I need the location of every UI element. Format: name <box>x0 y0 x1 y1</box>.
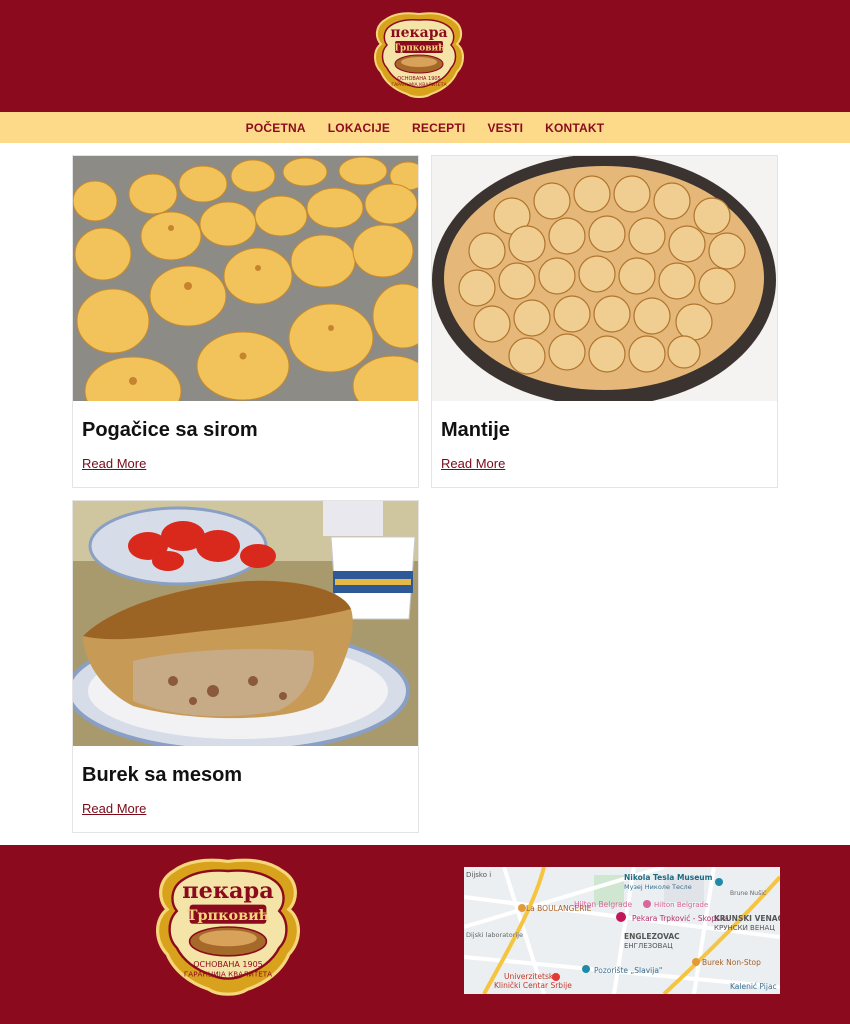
map-label-krunski: KRUNSKI VENAC <box>714 914 780 923</box>
post-image[interactable] <box>73 501 418 746</box>
post-card: Mantije Read More <box>431 155 778 488</box>
map-label-krunski-cyr: КРУНСКИ ВЕНАЦ <box>714 924 775 932</box>
map-label-boulangerie: La BOULANGERIE <box>526 904 592 913</box>
site-footer: пекара Трпковић ОСНОВАНА 1905 ГАРАНЦИЈА … <box>0 845 850 1024</box>
cafe-pin-icon <box>518 904 526 912</box>
map-label-museum-cyr: Музеј Николе Тесле <box>624 883 692 891</box>
footer-logo-title-text: пекара <box>182 878 273 904</box>
location-map[interactable]: Nikola Tesla Museum Музеј Николе Тесле H… <box>464 867 780 994</box>
post-card: Pogačice sa sirom Read More <box>72 155 419 488</box>
bakery-logo[interactable]: пекара Трпковић ОСНОВАНА 1905 ГАРАНЦИЈА … <box>371 10 467 100</box>
map-label-englezovac-cyr: ЕНГЛЕЗОВАЦ <box>624 942 673 950</box>
nav-item-recepti[interactable]: RECEPTI <box>401 121 476 135</box>
site-header: пекара Трпковић ОСНОВАНА 1905 ГАРАНЦИЈА … <box>0 0 850 112</box>
nav-item-kontakt[interactable]: KONTAKT <box>534 121 615 135</box>
post-title[interactable]: Pogačice sa sirom <box>82 418 418 442</box>
nav-item-lokacije[interactable]: LOKACIJE <box>317 121 401 135</box>
hospital-pin-icon <box>552 973 560 981</box>
post-title[interactable]: Burek sa mesom <box>82 763 418 787</box>
logo-title-text: пекара <box>390 25 447 41</box>
post-image[interactable] <box>73 156 418 401</box>
nav-item-vesti[interactable]: VESTI <box>476 121 534 135</box>
post-image[interactable] <box>432 156 777 401</box>
footer-logo-tagline-1: ОСНОВАНА 1905 <box>193 960 263 969</box>
logo-tagline-1: ОСНОВАНА 1905 <box>397 76 440 82</box>
footer-bakery-logo[interactable]: пекара Трпковић ОСНОВАНА 1905 ГАРАНЦИЈА … <box>150 855 306 999</box>
logo-name-text: Трпковић <box>393 44 445 54</box>
map-label-kalenic: Kalenić Pijac <box>730 982 777 991</box>
museum-pin-icon <box>715 878 723 886</box>
logo-tagline-2: ГАРАНЦИЈА КВАЛИТЕТА <box>391 82 447 88</box>
map-label-top-left: Dijsko i <box>466 871 491 879</box>
map-label-englezovac: ENGLEZOVAC <box>624 932 680 941</box>
read-more-link[interactable]: Read More <box>441 456 505 471</box>
read-more-link[interactable]: Read More <box>82 456 146 471</box>
map-label-pozoriste: Pozorište „Slavija" <box>594 966 662 975</box>
map-label-hilton-small: Hilton Belgrade <box>654 901 708 909</box>
map-label-klinicki-2: Klinički Centar Srbije <box>494 981 572 990</box>
map-label-museum: Nikola Tesla Museum <box>624 873 713 882</box>
footer-logo-name-text: Трпковић <box>187 907 270 924</box>
footer-logo-tagline-2: ГАРАНЦИЈА КВАЛИТЕТА <box>184 970 272 979</box>
read-more-link[interactable]: Read More <box>82 801 146 816</box>
map-label-lab: Dijski laboratorije <box>466 931 523 939</box>
post-title[interactable]: Mantije <box>441 418 777 442</box>
map-pin-icon[interactable] <box>616 912 626 922</box>
nav-item-pocetna[interactable]: POČETNA <box>235 121 317 135</box>
post-card: Burek sa mesom Read More <box>72 500 419 833</box>
map-label-burek: Burek Non-Stop <box>702 958 761 967</box>
map-label-klinicki-1: Univerzitetski <box>504 972 555 981</box>
restaurant-pin-icon <box>692 958 700 966</box>
main-nav: POČETNA LOKACIJE RECEPTI VESTI KONTAKT <box>0 112 850 143</box>
theater-pin-icon <box>582 965 590 973</box>
map-label-street: Brune Nušić <box>730 890 766 897</box>
hotel-pin-icon <box>643 900 651 908</box>
